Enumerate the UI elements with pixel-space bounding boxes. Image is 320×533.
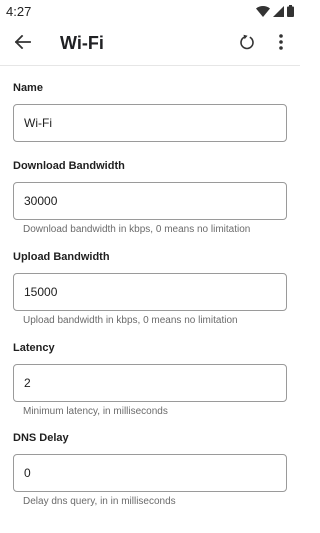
field-label: Download Bandwidth — [13, 160, 125, 172]
status-icons — [256, 5, 294, 17]
back-button[interactable] — [10, 32, 36, 56]
wifi-signal-icon — [256, 5, 270, 17]
field-label: Upload Bandwidth — [13, 251, 110, 263]
arrow-back-icon — [14, 34, 31, 54]
latency-input[interactable]: 2 — [13, 364, 287, 402]
overflow-menu-button[interactable] — [270, 32, 292, 56]
upload-bandwidth-input[interactable]: 15000 — [13, 273, 287, 311]
helper-text: Upload bandwidth in kbps, 0 means no lim… — [23, 315, 238, 326]
download-bandwidth-input[interactable]: 30000 — [13, 182, 287, 220]
page-title: Wi-Fi — [60, 33, 104, 53]
dns-delay-field-group: DNS Delay 0 Delay dns query, in in milli… — [13, 431, 287, 508]
reset-button[interactable] — [235, 32, 259, 56]
more-vert-icon — [279, 33, 283, 55]
name-input[interactable]: Wi-Fi — [13, 104, 287, 142]
field-label: Name — [13, 82, 43, 94]
status-time: 4:27 — [6, 3, 32, 19]
name-field-group: Name Wi-Fi — [13, 81, 287, 142]
helper-text: Delay dns query, in in milliseconds — [23, 496, 176, 507]
download-bandwidth-field-group: Download Bandwidth 30000 Download bandwi… — [13, 159, 287, 236]
app-bar: Wi-Fi — [0, 22, 300, 66]
upload-bandwidth-field-group: Upload Bandwidth 15000 Upload bandwidth … — [13, 250, 287, 327]
helper-text: Minimum latency, in milliseconds — [23, 406, 168, 417]
field-label: DNS Delay — [13, 432, 69, 444]
refresh-icon — [239, 34, 255, 55]
helper-text: Download bandwidth in kbps, 0 means no l… — [23, 224, 251, 235]
field-label: Latency — [13, 342, 55, 354]
status-bar: 4:27 — [0, 0, 300, 22]
latency-field-group: Latency 2 Minimum latency, in millisecon… — [13, 341, 287, 418]
cell-signal-icon — [273, 5, 284, 17]
dns-delay-input[interactable]: 0 — [13, 454, 287, 492]
battery-icon — [287, 5, 294, 17]
